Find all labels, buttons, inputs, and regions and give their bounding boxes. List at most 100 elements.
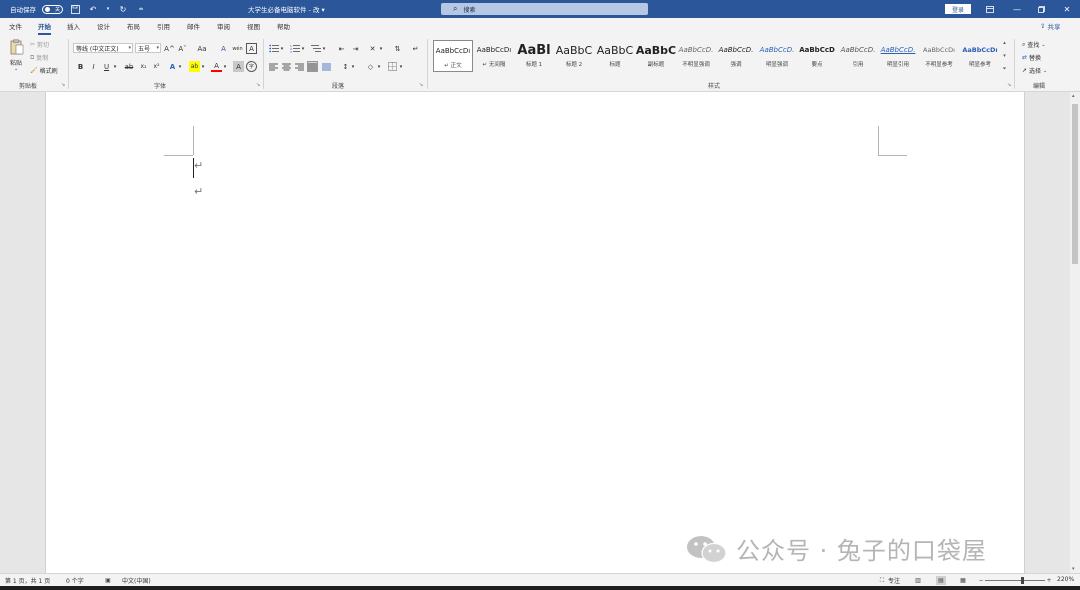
find-button[interactable]: ⌕ 查找 ⌄	[1022, 40, 1046, 50]
zoom-slider-track[interactable]	[985, 580, 1045, 581]
proofing-icon[interactable]: ▣	[103, 576, 113, 585]
vertical-scrollbar[interactable]: ▴ ▾	[1070, 92, 1080, 573]
redo-icon[interactable]: ↻	[117, 3, 129, 15]
chevron-down-icon[interactable]: ▾	[200, 61, 206, 72]
style-normal[interactable]: AaBbCcDı ↵ 正文	[433, 40, 473, 72]
char-border-icon[interactable]: A	[246, 43, 257, 54]
undo-icon[interactable]: ↶	[87, 3, 99, 15]
replace-button[interactable]: ⇄ 替换	[1022, 53, 1041, 62]
chevron-down-icon[interactable]: ▾	[321, 43, 327, 54]
tab-review[interactable]: 审阅	[217, 21, 230, 31]
align-right-icon[interactable]	[294, 61, 305, 72]
scroll-down-icon[interactable]: ▾	[1072, 566, 1075, 572]
chevron-down-icon[interactable]: ▾	[222, 61, 228, 72]
close-icon[interactable]: ✕	[1060, 2, 1074, 16]
print-layout-icon[interactable]: ▤	[936, 576, 946, 585]
tab-insert[interactable]: 插入	[67, 21, 80, 31]
zoom-level[interactable]: 220%	[1057, 576, 1074, 583]
scroll-up-icon[interactable]: ▴	[1072, 93, 1075, 99]
font-size-combo[interactable]: 五号 ▾	[135, 43, 161, 53]
tab-help[interactable]: 帮助	[277, 21, 290, 31]
style-subtle-reference[interactable]: AaBbCcDı 不明显参考	[919, 40, 959, 72]
share-button[interactable]: ⇪ 共享	[1040, 21, 1060, 31]
style-heading-1[interactable]: AaBl 标题 1	[514, 40, 554, 72]
paste-icon[interactable]	[9, 39, 25, 55]
zoom-slider-thumb[interactable]	[1021, 577, 1024, 584]
subscript-button[interactable]: x₂	[138, 61, 149, 72]
clipboard-launcher-icon[interactable]: ↘	[61, 82, 65, 88]
login-button[interactable]: 登录	[945, 4, 971, 14]
italic-button[interactable]: I	[88, 61, 99, 72]
customize-toolbar-icon[interactable]: ≐	[135, 3, 147, 15]
chevron-down-icon[interactable]: ▾	[350, 61, 356, 72]
decrease-indent-icon[interactable]: ⇤	[336, 43, 347, 54]
gallery-more-icon[interactable]: ⏷	[1002, 66, 1006, 72]
underline-button[interactable]: U	[101, 61, 112, 72]
page-count[interactable]: 第 1 页，共 1 页	[5, 576, 50, 585]
copy-button[interactable]: ⧉ 复制	[30, 53, 48, 63]
font-color-icon[interactable]: A	[211, 61, 222, 72]
style-emphasis[interactable]: AaBbCcD. 强调	[716, 40, 756, 72]
style-subtitle[interactable]: AaBbC 副标题	[636, 40, 676, 72]
highlight-icon[interactable]: ab	[189, 61, 200, 72]
style-subtle-emphasis[interactable]: AaBbCcD. 不明显强调	[676, 40, 716, 72]
shading-icon[interactable]: ◇	[365, 61, 376, 72]
change-case-icon[interactable]: Aa	[194, 43, 210, 54]
align-left-icon[interactable]	[268, 61, 279, 72]
chevron-down-icon[interactable]: ▾	[378, 43, 384, 54]
style-quote[interactable]: AaBbCcD. 引用	[838, 40, 878, 72]
read-mode-icon[interactable]: ▥	[913, 576, 923, 585]
search-box[interactable]: ⌕ 搜索	[441, 3, 648, 15]
style-intense-emphasis[interactable]: AaBbCcD. 明显强调	[757, 40, 797, 72]
chevron-up-icon[interactable]: ▴	[1003, 40, 1006, 46]
chevron-down-icon[interactable]: ▾	[279, 43, 285, 54]
chevron-down-icon[interactable]: ▾	[376, 61, 382, 72]
chevron-down-icon[interactable]: ▾	[398, 61, 404, 72]
language-status[interactable]: 中文(中国)	[122, 576, 151, 585]
document-title[interactable]: 大学生必备电脑软件 - 改 ▾	[248, 4, 325, 14]
distribute-icon[interactable]	[321, 61, 332, 72]
style-title[interactable]: AaBbC 标题	[595, 40, 635, 72]
ribbon-display-icon[interactable]	[983, 2, 997, 16]
chevron-down-icon[interactable]: ▾	[300, 43, 306, 54]
word-count[interactable]: 0 个字	[66, 576, 84, 585]
save-icon[interactable]	[69, 3, 81, 15]
select-button[interactable]: ➚ 选择 ⌄	[1022, 66, 1047, 75]
restore-icon[interactable]	[1034, 2, 1048, 16]
enclose-char-icon[interactable]: 字	[246, 61, 257, 72]
style-intense-quote[interactable]: AaBbCcD. 明显引用	[878, 40, 918, 72]
scroll-thumb[interactable]	[1072, 104, 1078, 264]
shrink-font-icon[interactable]: Aˇ	[177, 43, 188, 54]
tab-references[interactable]: 引用	[157, 21, 170, 31]
grow-font-icon[interactable]: A^	[164, 43, 175, 54]
styles-launcher-icon[interactable]: ↘	[1007, 82, 1011, 88]
zoom-in-icon[interactable]: +	[1044, 576, 1054, 585]
focus-label[interactable]: 专注	[888, 576, 900, 585]
cut-button[interactable]: ✂ 剪切	[30, 40, 49, 49]
strikethrough-button[interactable]: ab	[122, 61, 136, 72]
style-strong[interactable]: AaBbCcD 要点	[797, 40, 837, 72]
tab-design[interactable]: 设计	[97, 21, 110, 31]
show-marks-icon[interactable]: ↵	[410, 43, 421, 54]
tab-mailings[interactable]: 邮件	[187, 21, 200, 31]
font-name-combo[interactable]: 等线 (中文正文) ▾	[73, 43, 133, 53]
tab-home[interactable]: 开始	[38, 21, 51, 35]
sort-icon[interactable]: ⇅	[392, 43, 403, 54]
style-heading-2[interactable]: AaBbC 标题 2	[554, 40, 594, 72]
style-intense-reference[interactable]: AaBbCcDı 明显参考	[960, 40, 1000, 72]
underline-dropdown-icon[interactable]: ▾	[112, 61, 118, 72]
increase-indent-icon[interactable]: ⇥	[350, 43, 361, 54]
justify-icon[interactable]	[307, 61, 318, 72]
clear-format-icon[interactable]: A	[218, 43, 229, 54]
bullets-icon[interactable]	[268, 43, 279, 54]
paragraph-launcher-icon[interactable]: ↘	[419, 82, 423, 88]
font-launcher-icon[interactable]: ↘	[256, 82, 260, 88]
autosave-toggle[interactable]: 关	[42, 4, 63, 14]
multilevel-list-icon[interactable]	[310, 43, 321, 54]
document-page[interactable]: ↵ ↵	[45, 92, 1025, 573]
focus-icon[interactable]: ⛶	[877, 576, 887, 585]
minimize-icon[interactable]: —	[1010, 2, 1024, 16]
chevron-down-icon[interactable]: ▾	[1003, 53, 1006, 59]
char-shading-icon[interactable]: A	[233, 61, 244, 72]
tab-file[interactable]: 文件	[9, 21, 22, 31]
